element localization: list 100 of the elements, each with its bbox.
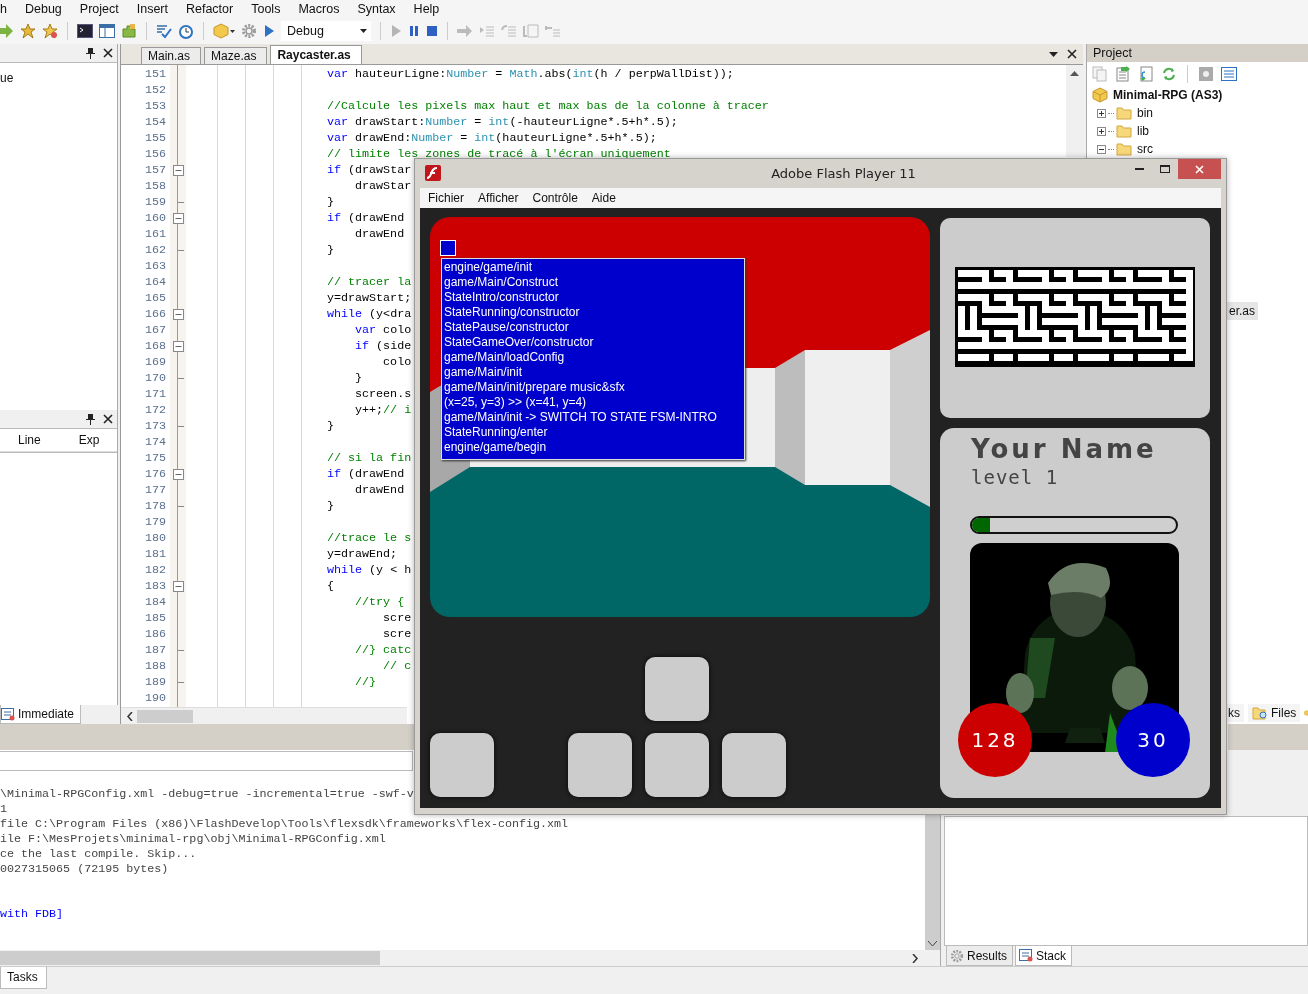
menu-item[interactable]: Tools [242, 2, 290, 16]
close-icon[interactable] [103, 414, 113, 424]
tab[interactable]: Immediate [0, 705, 82, 724]
trace-line: StateRunning/enter [444, 425, 548, 440]
tab[interactable]: Results [946, 946, 1013, 966]
trace-line: game/Main/init [444, 365, 523, 380]
tree-item[interactable]: lib [1087, 122, 1152, 140]
menu-item[interactable]: Macros [289, 2, 349, 16]
menu-item[interactable]: Contrôle [525, 191, 585, 205]
box-icon[interactable] [213, 23, 235, 39]
menu-item[interactable]: Help [404, 2, 449, 16]
refresh-icon[interactable] [1161, 66, 1177, 82]
tree-item[interactable]: Minimal-RPG (AS3) [1087, 86, 1226, 104]
output-line: ile F:\MesProjets\minimal-rpg\obj\Minimal-RPGConfig.xml [0, 832, 386, 847]
menu-item[interactable]: Aide [584, 191, 623, 205]
line-number: 174 [144, 435, 166, 449]
menu-item[interactable]: Insert [127, 2, 177, 16]
dropdown-icon[interactable] [1049, 51, 1058, 57]
control-button[interactable] [568, 733, 632, 797]
line-number: 188 [144, 659, 166, 673]
code-line: //try { [354, 595, 405, 609]
folder-icon [1116, 106, 1132, 120]
control-button[interactable] [722, 733, 786, 797]
menu-item[interactable]: Refactor [176, 2, 243, 16]
checklist-icon[interactable] [156, 23, 172, 39]
scrollbar-thumb[interactable] [0, 951, 380, 965]
control-button[interactable] [645, 657, 709, 721]
collapse-icon[interactable] [1097, 144, 1106, 154]
star-icon[interactable] [42, 23, 58, 39]
menu-item[interactable]: Syntax [348, 2, 405, 16]
menu-item[interactable]: h [0, 2, 16, 16]
column-header[interactable]: Line [0, 433, 61, 447]
file-tab[interactable]: Maze.as [204, 47, 268, 64]
collapse-icon[interactable] [172, 340, 184, 352]
code-line: scre [382, 627, 412, 641]
tree-item[interactable]: bin [1087, 104, 1156, 122]
scrollbar[interactable] [121, 707, 407, 724]
trace-line: game/Main/Construct [444, 275, 559, 290]
health-orb: 128 [958, 703, 1032, 777]
document-icon[interactable] [1138, 66, 1154, 82]
collapse-icon[interactable] [172, 308, 184, 320]
pause-icon[interactable] [408, 24, 420, 38]
pin-icon[interactable] [86, 47, 95, 59]
line-number: 161 [144, 227, 166, 241]
line-number: 180 [144, 531, 166, 545]
code-line: colo [382, 355, 412, 369]
expand-icon[interactable] [1097, 108, 1106, 118]
window-icon[interactable] [99, 24, 115, 38]
tab[interactable]: Files [1248, 703, 1301, 722]
gear-icon[interactable] [241, 23, 257, 39]
maximize-icon [1160, 165, 1170, 173]
star-icon[interactable] [20, 23, 36, 39]
line-number: 173 [144, 419, 166, 433]
list-item[interactable]: ue [0, 71, 14, 85]
tree-item[interactable]: src [1087, 140, 1156, 158]
code-line: while (y < h [327, 563, 412, 577]
menu-item[interactable]: Project [70, 2, 128, 16]
configuration-dropdown[interactable]: Debug [281, 21, 371, 41]
collapse-icon[interactable] [172, 212, 184, 224]
code-line: var hauteurLigne:Number = Math.abs(int(h / perpWallDist)); [327, 67, 734, 81]
code-line: //} catc [354, 643, 412, 657]
column-header[interactable]: Exp [60, 433, 120, 447]
line-number: 159 [144, 195, 166, 209]
code-line: // tracer la [327, 275, 412, 289]
collapse-icon[interactable] [172, 580, 184, 592]
scrollbar[interactable] [1066, 65, 1083, 157]
code-line: } [327, 499, 334, 513]
scrollbar-thumb[interactable] [137, 709, 193, 723]
tab[interactable]: Tasks [0, 967, 47, 989]
scrollbar[interactable] [925, 814, 940, 950]
line-number: 187 [144, 643, 166, 657]
pin-icon[interactable] [86, 413, 95, 425]
file-tab[interactable]: Main.as [141, 47, 202, 64]
scrollbar[interactable] [0, 950, 940, 966]
menu-item[interactable]: Debug [15, 2, 71, 16]
document-icon[interactable] [1115, 66, 1131, 82]
output-line: 1 [0, 802, 7, 817]
line-number: 158 [144, 179, 166, 193]
play-icon[interactable] [263, 24, 275, 38]
file-tab[interactable]: Raycaster.as [270, 45, 362, 64]
tab[interactable]: Stack [1015, 946, 1073, 966]
stop-icon[interactable] [426, 24, 438, 38]
close-icon[interactable] [103, 48, 113, 58]
menu-item[interactable]: Afficher [471, 191, 526, 205]
filter-field[interactable] [0, 751, 413, 771]
up-arrow-icon[interactable] [1070, 71, 1079, 76]
control-button[interactable] [430, 733, 494, 797]
close-icon[interactable] [1067, 49, 1077, 59]
line-number: 183 [144, 579, 166, 593]
expand-icon[interactable] [1097, 126, 1106, 136]
clock-icon[interactable] [178, 23, 194, 39]
puzzle-icon[interactable] [121, 23, 137, 39]
list-icon[interactable] [1221, 67, 1237, 81]
control-button[interactable] [645, 733, 709, 797]
caret-icon [360, 29, 367, 33]
collapse-icon[interactable] [172, 468, 184, 480]
line-number: 181 [144, 547, 166, 561]
terminal-icon[interactable] [77, 24, 93, 38]
menu-item[interactable]: Fichier [420, 191, 471, 205]
collapse-icon[interactable] [172, 164, 184, 176]
